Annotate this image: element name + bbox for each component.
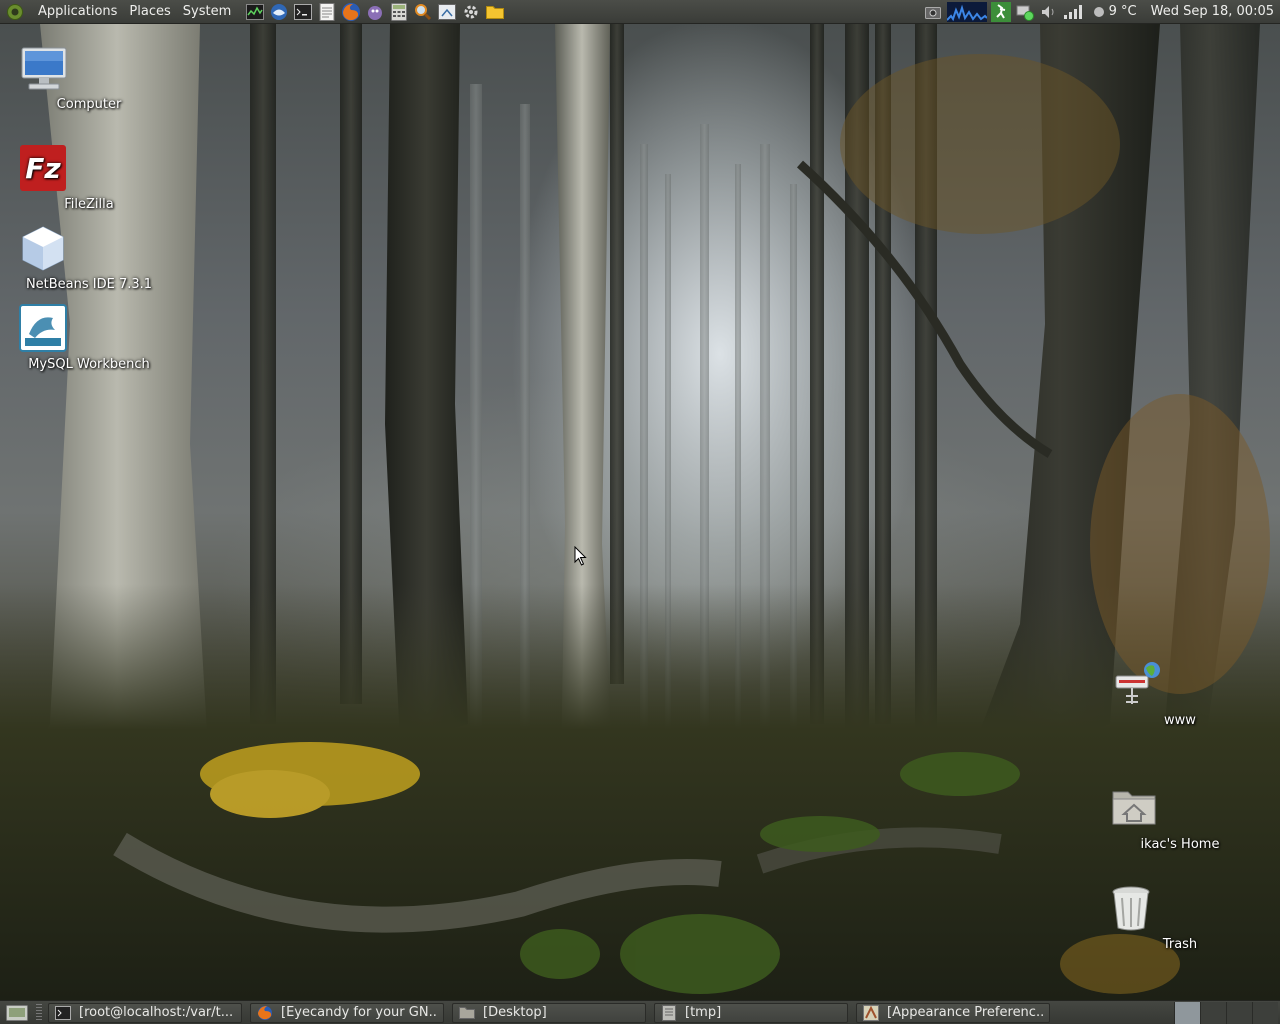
- bottom-panel: [root@localhost:/var/t... [Eyecandy for …: [0, 1000, 1280, 1024]
- svg-text:Fz: Fz: [25, 152, 61, 185]
- places-menu[interactable]: Places: [123, 0, 176, 24]
- cpu-graph-icon[interactable]: [946, 1, 987, 22]
- desktop-icon-label: www: [1164, 713, 1196, 728]
- launcher-bar: [245, 2, 505, 22]
- pidgin-icon[interactable]: [365, 2, 385, 22]
- appearance-icon: [863, 1004, 879, 1021]
- mysql-workbench-icon: [19, 304, 115, 356]
- desktop-icon-label: ikac's Home: [1140, 837, 1220, 852]
- workspace-2[interactable]: [1200, 1001, 1226, 1024]
- desktop-icon-label: Trash: [1162, 937, 1198, 952]
- weather-temperature: 9 °C: [1108, 4, 1137, 19]
- desktop-icon-label: Computer: [56, 97, 122, 112]
- mouse-cursor-icon: [574, 545, 588, 570]
- taskbar-item-firefox[interactable]: [Eyecandy for your GN...: [250, 1002, 444, 1023]
- applications-menu[interactable]: Applications: [32, 0, 123, 24]
- desktop-icon-www[interactable]: www: [1110, 660, 1250, 728]
- taskbar-item-desktop-folder[interactable]: [Desktop]: [452, 1002, 646, 1023]
- settings-icon[interactable]: [461, 2, 481, 22]
- volume-icon[interactable]: [1039, 2, 1059, 22]
- desktop-icon-computer[interactable]: Computer: [19, 44, 159, 112]
- text-editor-icon[interactable]: [317, 2, 337, 22]
- taskbar-item-tmp[interactable]: [tmp]: [654, 1002, 848, 1023]
- desktop-icon-filezilla[interactable]: Fz FileZilla: [19, 144, 159, 212]
- taskbar-item-label: [Desktop]: [483, 1005, 547, 1020]
- workspace-switcher: [1174, 1001, 1278, 1024]
- weather-cloud-icon: [1093, 6, 1104, 17]
- taskbar-item-label: [Appearance Preferenc...: [887, 1005, 1043, 1020]
- distro-logo-icon[interactable]: [4, 1, 26, 23]
- taskbar-item-label: [tmp]: [685, 1005, 722, 1020]
- desktop-icon: [6, 1004, 28, 1021]
- desktop-wallpaper[interactable]: Computer Fz FileZilla NetBeans IDE 7.3.1: [0, 24, 1280, 1000]
- netbeans-icon: [22, 224, 115, 276]
- exit-applet-icon[interactable]: [990, 1, 1011, 22]
- workspace-4[interactable]: [1252, 1001, 1278, 1024]
- desktop-icon-label: NetBeans IDE 7.3.1: [25, 277, 153, 292]
- system-menu[interactable]: System: [177, 0, 237, 24]
- search-icon[interactable]: [413, 2, 433, 22]
- network-status-icon[interactable]: [1015, 2, 1035, 22]
- home-folder-icon: [1112, 784, 1206, 836]
- forest-wallpaper-art: [0, 24, 1280, 1000]
- weather-applet[interactable]: 9 °C: [1087, 4, 1143, 19]
- terminal-icon[interactable]: [293, 2, 313, 22]
- taskbar-item-label: [root@localhost:/var/t...: [79, 1005, 234, 1020]
- trash-icon: [1112, 884, 1206, 936]
- workspace-1[interactable]: [1174, 1001, 1200, 1024]
- taskbar-item-appearance-preferences[interactable]: [Appearance Preferenc...: [856, 1002, 1050, 1023]
- desktop-icon-netbeans[interactable]: NetBeans IDE 7.3.1: [19, 224, 159, 292]
- signal-strength-icon[interactable]: [1063, 2, 1083, 22]
- screenshot-icon[interactable]: [437, 2, 457, 22]
- top-panel: Applications Places System 9 °C Wed Sep …: [0, 0, 1280, 24]
- desktop-icon-label: FileZilla: [64, 197, 114, 212]
- filezilla-icon: Fz: [20, 144, 115, 196]
- camera-applet-icon[interactable]: [923, 2, 943, 22]
- show-desktop-button[interactable]: [2, 1002, 32, 1024]
- folder-icon[interactable]: [485, 2, 505, 22]
- desktop-icon-label: MySQL Workbench: [28, 357, 150, 372]
- system-tray: 9 °C Wed Sep 18, 00:05: [923, 0, 1280, 24]
- computer-icon: [21, 44, 115, 96]
- terminal-icon: [55, 1005, 71, 1021]
- calculator-icon[interactable]: [389, 2, 409, 22]
- folder-icon: [459, 1005, 475, 1021]
- thunderbird-icon[interactable]: [269, 2, 289, 22]
- clock[interactable]: Wed Sep 18, 00:05: [1147, 4, 1280, 19]
- network-share-icon: [1115, 660, 1206, 712]
- taskbar-item-label: [Eyecandy for your GN...: [281, 1005, 437, 1020]
- desktop-icon-trash[interactable]: Trash: [1110, 884, 1250, 952]
- system-monitor-icon[interactable]: [245, 2, 265, 22]
- firefox-icon[interactable]: [341, 2, 361, 22]
- text-editor-icon: [661, 1004, 677, 1021]
- desktop-icon-mysql-workbench[interactable]: MySQL Workbench: [19, 304, 159, 372]
- workspace-3[interactable]: [1226, 1001, 1252, 1024]
- panel-separator: [36, 1003, 42, 1022]
- firefox-icon: [257, 1005, 273, 1021]
- desktop-icon-home[interactable]: ikac's Home: [1110, 784, 1250, 852]
- taskbar-item-terminal[interactable]: [root@localhost:/var/t...: [48, 1002, 242, 1023]
